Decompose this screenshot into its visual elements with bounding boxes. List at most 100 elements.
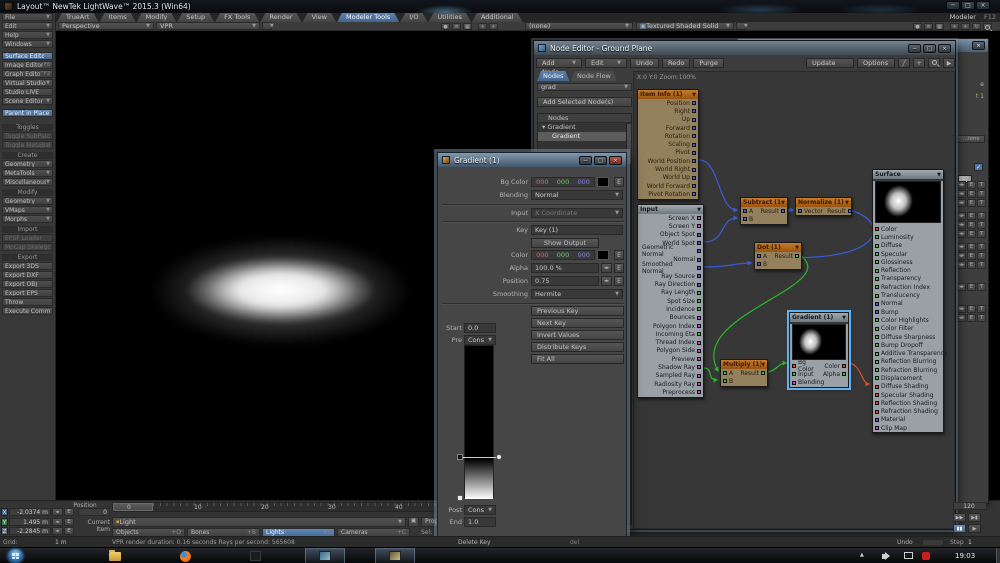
node-input-title[interactable]: Input▼ — [638, 205, 703, 214]
collapse-panel-icon[interactable]: ▶ — [943, 58, 955, 68]
surface-editor-options-button[interactable]: …ions — [957, 135, 985, 143]
port-gradient-bg-color[interactable]: Bg ColorColor — [790, 362, 848, 370]
viewport-tiles-icon[interactable]: ▦ — [935, 23, 944, 30]
alpha-envelope-button[interactable]: E — [614, 263, 624, 273]
viewport-pan2-icon[interactable]: + — [950, 23, 959, 30]
node-item-info-title[interactable]: Item Info (1)▼ — [638, 90, 698, 99]
port-surface-refraction-shading[interactable]: Refraction Shading — [873, 408, 943, 416]
sidebar-item-export-dxf[interactable]: Export DXF — [2, 271, 53, 279]
tray-expand-icon[interactable]: ▲ — [860, 552, 864, 558]
se-envelope-button[interactable]: E — [967, 212, 976, 220]
coord-field-x[interactable]: -2.0374 m — [9, 508, 51, 516]
taskbar-firefox-button[interactable] — [165, 548, 205, 563]
port-normalize-vector[interactable]: VectorResult — [796, 207, 851, 215]
sidebar-item-vmaps[interactable]: VMaps▼ — [2, 206, 53, 214]
volume-icon[interactable] — [882, 554, 885, 559]
node-subtract-title[interactable]: Subtract (1)▼ — [741, 198, 787, 207]
port-gradient-blending[interactable]: Blending — [790, 379, 848, 387]
coord-envelope-x[interactable]: E — [64, 508, 74, 516]
add-node-dropdown[interactable]: Add Node▼ — [536, 58, 582, 68]
node-normalize-title[interactable]: Normalize (1)▼ — [796, 198, 851, 207]
pen-tool-icon[interactable]: ╱ — [898, 58, 910, 68]
port-surface-bump[interactable]: Bump — [873, 308, 943, 316]
se-stepper[interactable]: ◂▸ — [957, 230, 966, 238]
menu-tab-render[interactable]: Render — [260, 13, 301, 22]
menu-tab-view[interactable]: View — [303, 13, 336, 22]
maximize-button[interactable]: □ — [961, 1, 975, 10]
menu-tab-additional[interactable]: Additional — [472, 13, 523, 22]
update-button[interactable]: Update — [806, 58, 854, 68]
se-texture-button[interactable]: T — [977, 181, 986, 189]
port-multiply-b[interactable]: B — [721, 377, 767, 385]
previous-key-button[interactable]: Previous Key — [531, 306, 624, 316]
port-dot-a[interactable]: AResult — [755, 252, 801, 260]
port-input-preview[interactable]: Preview — [638, 355, 703, 363]
se-stepper[interactable]: ◂▸ — [957, 199, 966, 207]
node-surface-title[interactable]: Surface▼ — [873, 170, 943, 179]
node-input[interactable]: Input▼Screen XScreen YObject SpotWorld S… — [637, 204, 704, 398]
se-texture-button[interactable]: T — [977, 261, 986, 269]
position-stepper[interactable]: ◂▸ — [601, 276, 612, 286]
port-surface-specular-shading[interactable]: Specular Shading — [873, 391, 943, 399]
se-envelope-button[interactable]: E — [967, 305, 976, 313]
port-surface-normal[interactable]: Normal — [873, 300, 943, 308]
coord-field-y[interactable]: 1.495 m — [9, 518, 51, 526]
node-graph-canvas[interactable]: X:0 Y:0 Zoom:100% — [633, 71, 955, 529]
close-button[interactable]: × — [976, 1, 990, 10]
port-surface-diffuse-shading[interactable]: Diffuse Shading — [873, 383, 943, 391]
menu-tab-setup[interactable]: Setup — [177, 13, 214, 22]
node-editor-close-button[interactable]: × — [938, 44, 951, 53]
color-rgb-field[interactable]: 000 000 000 — [531, 250, 595, 260]
se-texture-button[interactable]: T — [977, 252, 986, 260]
port-input-polygon-side[interactable]: Polygon Side — [638, 347, 703, 355]
se-stepper[interactable]: ◂▸ — [957, 212, 966, 220]
sidebar-item-miscellaneous[interactable]: Miscellaneous▼ — [2, 178, 53, 186]
purge-button[interactable]: Purge — [693, 58, 724, 68]
tab-node-flow[interactable]: Node Flow — [571, 71, 617, 81]
undo-button[interactable]: Undo — [630, 58, 659, 68]
port-item-info-pivot-rotation[interactable]: Pivot Rotation — [638, 190, 698, 198]
fit-all-button[interactable]: Fit All — [531, 354, 624, 364]
pan-tool-icon[interactable]: + — [913, 58, 925, 68]
port-input-ray-length[interactable]: Ray Length — [638, 289, 703, 297]
coord-envelope-y[interactable]: E — [64, 518, 74, 526]
port-surface-material[interactable]: Material — [873, 416, 943, 424]
port-surface-luminosity[interactable]: Luminosity — [873, 233, 943, 241]
se-envelope-button[interactable]: E — [967, 261, 976, 269]
sidebar-item-parent-in-place[interactable]: Parent in Place — [2, 109, 53, 117]
se-stepper[interactable]: ◂▸ — [957, 261, 966, 269]
redo-button[interactable]: Redo — [662, 58, 690, 68]
port-surface-clip-map[interactable]: Clip Map — [873, 424, 943, 432]
sidebar-item-scene-editor[interactable]: Scene Editor▼ — [2, 97, 53, 105]
se-texture-button[interactable]: T — [977, 221, 986, 229]
node-gradient-title[interactable]: Gradient (1)▼ — [790, 313, 848, 322]
sidebar-menu-help[interactable]: Help▼ — [2, 31, 53, 39]
port-item-info-up[interactable]: Up — [638, 116, 698, 124]
viewport-list-icon[interactable]: ≡ — [452, 23, 461, 30]
play-forward-button[interactable]: ▶▶ — [953, 513, 966, 522]
sidebar-item-throw[interactable]: Throw — [2, 298, 53, 306]
port-input-radiosity-ray[interactable]: Radiosity Ray — [638, 380, 703, 388]
bg-color-swatch[interactable] — [597, 177, 609, 187]
sidebar-item-geometry[interactable]: Geometry▼ — [2, 197, 53, 205]
port-subtract-b[interactable]: B — [741, 215, 787, 223]
display-icon[interactable] — [904, 552, 913, 559]
port-surface-glossiness[interactable]: Glossiness — [873, 258, 943, 266]
node-normalize[interactable]: Normalize (1)▼VectorResult — [795, 197, 852, 216]
port-surface-additive-transparency[interactable]: Additive Transparency — [873, 349, 943, 357]
viewport-type-dropdown[interactable]: Perspective▼ — [58, 22, 154, 30]
viewport-pan-icon[interactable]: + — [478, 23, 487, 30]
port-multiply-a[interactable]: AResult — [721, 369, 767, 377]
node-multiply-title[interactable]: Multiply (1)▼ — [721, 360, 767, 369]
se-texture-button[interactable]: T — [977, 283, 986, 291]
se-stepper[interactable]: ◂▸ — [957, 283, 966, 291]
se-texture-button[interactable]: T — [977, 190, 986, 198]
node-gradient[interactable]: Gradient (1)▼Bg ColorColorInputAlphaBlen… — [789, 312, 849, 388]
port-surface-color[interactable]: Color — [873, 225, 943, 233]
port-item-info-forward[interactable]: Forward — [638, 124, 698, 132]
pause-button[interactable]: ▮▮ — [953, 524, 966, 533]
port-input-shadow-ray[interactable]: Shadow Ray — [638, 363, 703, 371]
viewport-options-icon[interactable]: ≡ — [924, 23, 933, 30]
current-frame-field[interactable]: 0 — [78, 508, 110, 516]
post-behavior-dropdown[interactable]: Consta...▼ — [464, 505, 496, 515]
